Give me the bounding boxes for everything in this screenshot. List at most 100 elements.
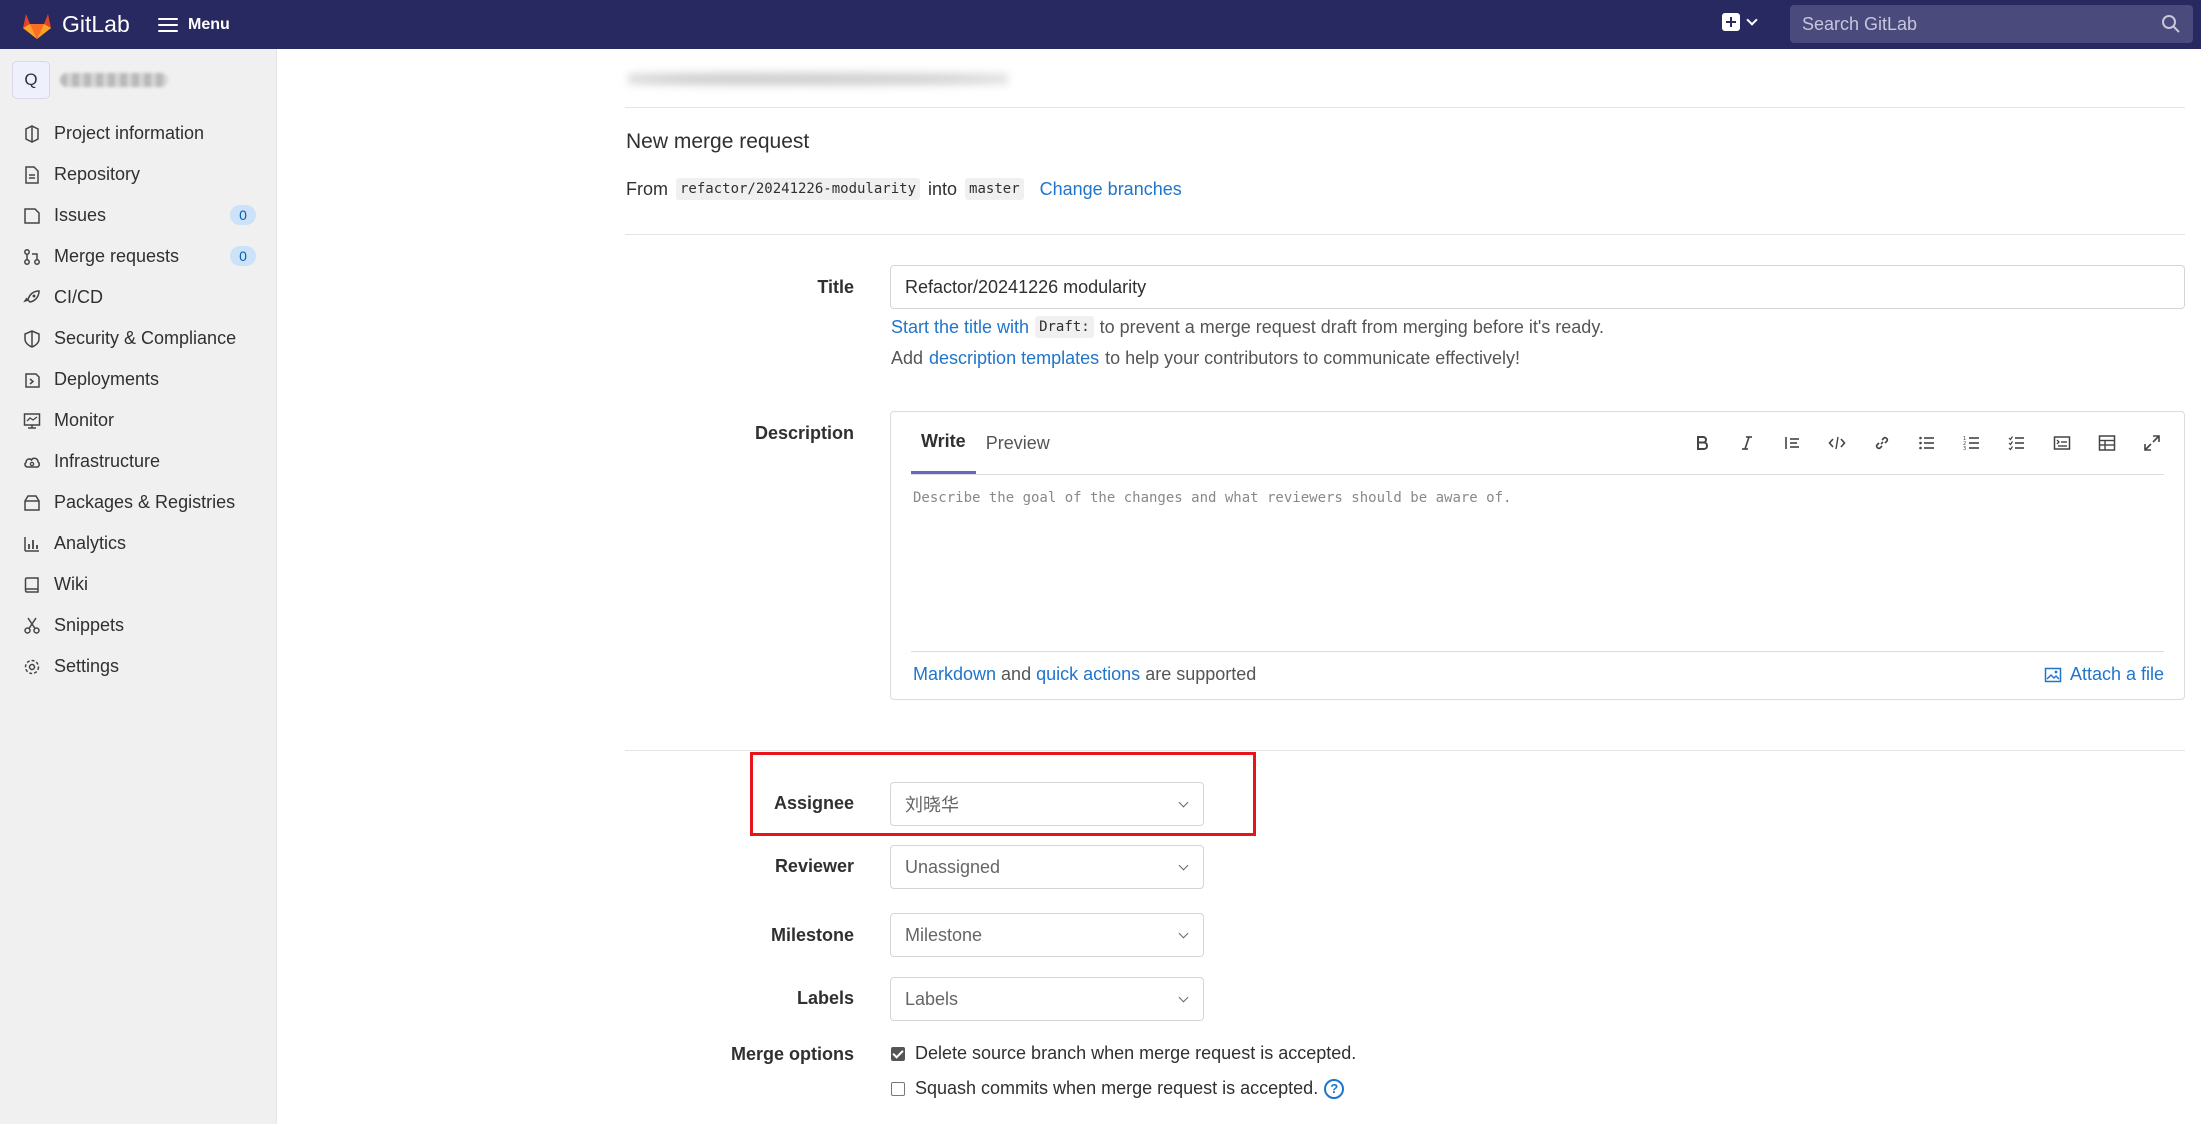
project-header[interactable]: Q — [12, 61, 168, 99]
chevron-down-icon — [1178, 992, 1189, 1003]
sidebar-item-project-information[interactable]: Project information — [0, 113, 277, 154]
target-branch: master — [965, 178, 1024, 200]
description-templates-link[interactable]: description templates — [929, 348, 1099, 369]
labels-value: Labels — [905, 988, 959, 1009]
sidebar-item-wiki[interactable]: Wiki — [0, 564, 277, 605]
sidebar-item-ci-cd[interactable]: CI/CD — [0, 277, 277, 318]
description-editor: Write Preview 123 Describe the goal of t… — [890, 411, 2185, 700]
sidebar: Q Project information Repository Issues … — [0, 49, 277, 1124]
tabs-divider — [911, 474, 2164, 475]
from-text: From — [626, 178, 668, 199]
cloud-gear-icon — [22, 452, 42, 472]
book-icon — [22, 575, 42, 595]
sidebar-item-packages-registries[interactable]: Packages & Registries — [0, 482, 277, 523]
templates-add-text: Add — [891, 348, 924, 368]
merge-request-icon — [22, 247, 42, 267]
merge-requests-count-badge: 0 — [230, 246, 256, 266]
templates-rest-text: to help your contributors to communicate… — [1105, 348, 1520, 368]
markdown-help: Markdown and quick actions are supported — [913, 664, 1256, 685]
reviewer-dropdown[interactable]: Unassigned — [890, 845, 1204, 889]
collapsible-section-icon[interactable] — [2047, 430, 2076, 456]
labels-dropdown[interactable]: Labels — [890, 977, 1204, 1021]
project-name-blurred[interactable] — [60, 73, 168, 87]
breadcrumb-blurred[interactable] — [628, 68, 1008, 90]
bullet-list-icon[interactable] — [1912, 430, 1941, 456]
markdown-link[interactable]: Markdown — [913, 664, 996, 684]
draft-hint-link[interactable]: Start the title with — [891, 317, 1029, 338]
divider — [625, 107, 2185, 108]
tab-write[interactable]: Write — [911, 412, 976, 474]
editor-footer-divider — [911, 651, 2164, 652]
description-textarea[interactable]: Describe the goal of the changes and wha… — [913, 490, 1511, 506]
sidebar-item-label: Packages & Registries — [54, 492, 236, 512]
supported-text: are supported — [1145, 664, 1257, 684]
sidebar-item-deployments[interactable]: Deployments — [0, 359, 277, 400]
sidebar-item-merge-requests[interactable]: Merge requests 0 — [0, 236, 277, 277]
delete-branch-option[interactable]: Delete source branch when merge request … — [891, 1043, 1356, 1064]
sidebar-item-settings[interactable]: Settings — [0, 646, 277, 687]
sidebar-item-label: Snippets — [54, 615, 125, 635]
italic-icon[interactable] — [1732, 430, 1761, 456]
project-avatar[interactable]: Q — [12, 61, 50, 99]
assignee-label: Assignee — [773, 793, 854, 813]
code-icon[interactable] — [1822, 430, 1851, 456]
sidebar-item-label: Security & Compliance — [54, 328, 237, 348]
task-list-icon[interactable] — [2002, 430, 2031, 456]
attach-file-button[interactable]: Attach a file — [2044, 664, 2164, 685]
package-icon — [22, 493, 42, 513]
delete-branch-checkbox[interactable] — [891, 1046, 905, 1061]
milestone-label: Milestone — [770, 925, 854, 945]
sidebar-item-snippets[interactable]: Snippets — [0, 605, 277, 646]
sidebar-item-monitor[interactable]: Monitor — [0, 400, 277, 441]
sidebar-item-label: Monitor — [54, 410, 115, 430]
sidebar-item-label: Merge requests — [54, 246, 180, 266]
milestone-dropdown[interactable]: Milestone — [890, 913, 1204, 957]
into-text: into — [928, 178, 958, 199]
sidebar-item-issues[interactable]: Issues 0 — [0, 195, 277, 236]
chevron-down-icon — [1178, 860, 1189, 871]
sidebar-item-label: Analytics — [54, 533, 127, 553]
sidebar-item-infrastructure[interactable]: Infrastructure — [0, 441, 277, 482]
help-question-icon[interactable]: ? — [1324, 1078, 1345, 1099]
new-dropdown-button[interactable] — [1722, 13, 1758, 31]
sidebar-item-security-compliance[interactable]: Security & Compliance — [0, 318, 277, 359]
change-branches-link[interactable]: Change branches — [1040, 179, 1182, 200]
sidebar-item-analytics[interactable]: Analytics — [0, 523, 277, 564]
menu-button[interactable]: Menu — [158, 12, 230, 38]
divider — [625, 750, 2185, 751]
sidebar-item-label: Wiki — [54, 574, 88, 594]
bold-icon[interactable] — [1687, 430, 1716, 456]
issues-icon — [22, 206, 42, 226]
sidebar-item-label: Repository — [54, 164, 141, 184]
editor-tabs: Write Preview — [911, 412, 1060, 474]
gitlab-logo-icon[interactable] — [20, 8, 54, 42]
delete-branch-label: Delete source branch when merge request … — [915, 1043, 1357, 1063]
top-navbar: GitLab Menu Search GitLab — [0, 0, 2201, 49]
sidebar-item-label: CI/CD — [54, 287, 103, 307]
table-icon[interactable] — [2092, 430, 2121, 456]
chevron-down-icon — [1178, 797, 1189, 808]
sidebar-item-label: Project information — [54, 123, 205, 143]
title-input[interactable]: Refactor/20241226 modularity — [890, 265, 2185, 309]
chevron-down-icon — [1178, 928, 1189, 939]
attach-file-label: Attach a file — [2069, 664, 2164, 684]
draft-hint: Start the title with Draft: to prevent a… — [891, 316, 1604, 338]
squash-checkbox[interactable] — [891, 1081, 905, 1096]
hamburger-icon — [158, 18, 178, 32]
fullscreen-icon[interactable] — [2137, 430, 2166, 456]
link-icon[interactable] — [1867, 430, 1896, 456]
scissors-icon — [22, 616, 42, 636]
quote-icon[interactable] — [1777, 430, 1806, 456]
sidebar-item-label: Settings — [54, 656, 120, 676]
gear-icon — [22, 657, 42, 677]
squash-option[interactable]: Squash commits when merge request is acc… — [891, 1078, 1345, 1099]
sidebar-item-repository[interactable]: Repository — [0, 154, 277, 195]
milestone-value: Milestone — [905, 924, 983, 945]
search-input[interactable]: Search GitLab — [1790, 5, 2193, 43]
tab-preview[interactable]: Preview — [976, 412, 1060, 474]
numbered-list-icon[interactable]: 123 — [1957, 430, 1986, 456]
brand-name[interactable]: GitLab — [62, 11, 130, 38]
labels-label: Labels — [796, 988, 854, 1008]
quick-actions-link[interactable]: quick actions — [1036, 664, 1140, 684]
assignee-dropdown[interactable]: 刘晓华 — [890, 782, 1204, 826]
